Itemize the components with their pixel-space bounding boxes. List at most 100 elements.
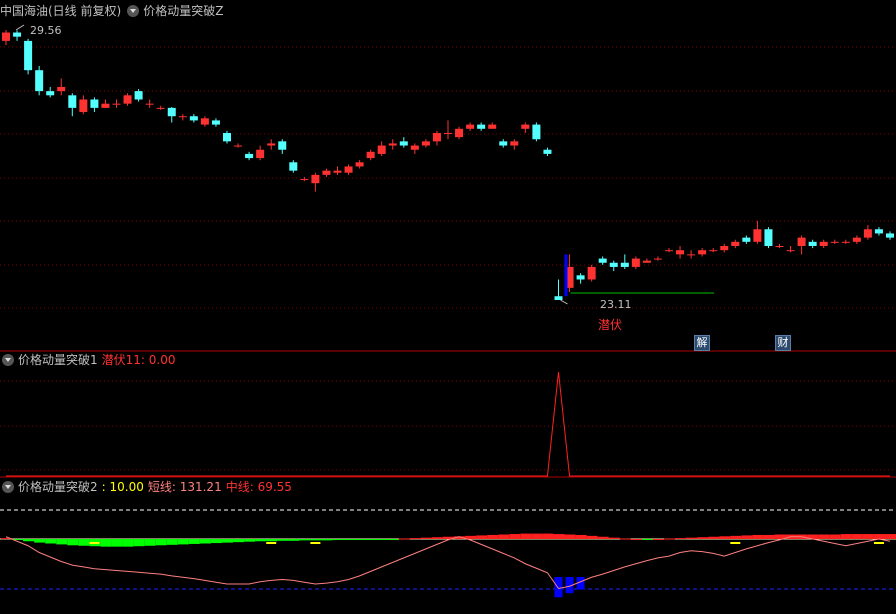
marker-dash [730,542,741,544]
candle-body [554,296,563,300]
momentum-bar [641,539,653,540]
candle-body [499,141,508,146]
candle-body [79,99,88,113]
momentum-bar [741,535,753,539]
candle-body [455,128,464,138]
momentum-bar [763,534,775,539]
momentum-bar [45,539,57,544]
momentum-bar [420,537,432,539]
momentum-bar [343,539,355,540]
momentum-bar [122,539,134,547]
momentum-bar [564,534,576,539]
candle-body [764,229,773,246]
momentum-bar [133,539,145,547]
momentum-bar [255,539,267,542]
candle-body [46,91,55,96]
momentum-bar [597,536,609,539]
momentum-bar [873,534,885,539]
panel2-indicator-name: 价格动量突破1 [18,353,98,367]
candle-body [808,241,817,246]
momentum-bar [387,539,399,540]
candle-body [223,132,231,142]
momentum-bar [177,539,189,545]
candle-body [830,241,839,243]
indicator-menu-icon[interactable] [127,5,140,17]
momentum-bar [188,539,200,544]
candle-body [377,145,386,154]
momentum-bar [708,536,720,539]
candle-body [355,162,364,167]
candle-body [609,262,618,267]
momentum-bar [144,539,156,546]
indicator-menu-icon[interactable] [2,481,14,493]
momentum-bar [166,539,178,545]
candle-body [631,258,640,267]
candle-body [775,246,784,247]
momentum-bar [476,535,488,539]
candle-body [687,254,696,256]
candle-body [698,250,707,255]
momentum-bar [321,539,333,541]
stock-title: 中国海油(日线 前复权) [0,4,122,18]
momentum-bar [354,539,366,540]
momentum-bar [586,535,598,539]
candle-body [466,124,475,129]
candle-body [444,132,452,134]
momentum-bar [553,534,565,539]
momentum-bar [376,539,388,540]
momentum-bar [67,539,79,546]
momentum-bar [155,539,167,546]
main-panel-header: 中国海油(日线 前复权) 价格动量突破Z [0,3,227,19]
candle-body [134,91,143,100]
candle-body [167,107,176,117]
candle-body [245,153,254,159]
event-tag-jie[interactable]: 解 [694,335,710,351]
momentum-bar [752,534,764,539]
momentum-bar [299,539,311,541]
momentum-bar [34,539,46,543]
candle-body [13,32,22,37]
candle-body [101,103,110,108]
kline-chart[interactable] [0,0,896,614]
candle-body [211,120,220,125]
momentum-bar [520,533,532,539]
candle-body [24,40,33,71]
candle-body [841,241,850,243]
momentum-bar [675,538,687,540]
candle-body [399,141,408,146]
candle-body [532,124,541,140]
candle-body [344,166,353,173]
event-tag-cai[interactable]: 财 [775,335,791,351]
momentum-bar [829,534,841,539]
momentum-bar [222,539,233,543]
candle-body [145,103,154,105]
candle-body [620,262,629,267]
high-pointer [15,24,25,31]
candle-body [720,246,729,251]
candle-body [90,99,99,108]
candle-body [267,143,276,146]
candle-body [322,170,331,175]
candle-body [112,103,121,105]
momentum-bar [686,537,698,539]
momentum-bar [277,539,289,541]
momentum-bar [719,536,731,539]
momentum-bar [266,539,278,542]
candle-body [863,229,872,238]
candle-body [587,266,596,280]
panel3-v1: : 10.00 [101,480,144,494]
panel3-indicator-name: 价格动量突破2 [18,480,98,494]
deep-signal-bar [554,577,563,598]
candle-body [57,86,66,92]
momentum-bar [575,534,587,539]
candle-body [2,32,10,41]
candle-body [753,229,762,242]
candle-body [477,124,486,129]
candle-body [234,145,243,147]
momentum-bar [851,534,863,539]
indicator-menu-icon[interactable] [2,354,14,366]
candle-body [410,145,419,150]
momentum-bar [608,537,620,539]
candle-body [178,116,187,118]
candle-body [665,250,673,252]
